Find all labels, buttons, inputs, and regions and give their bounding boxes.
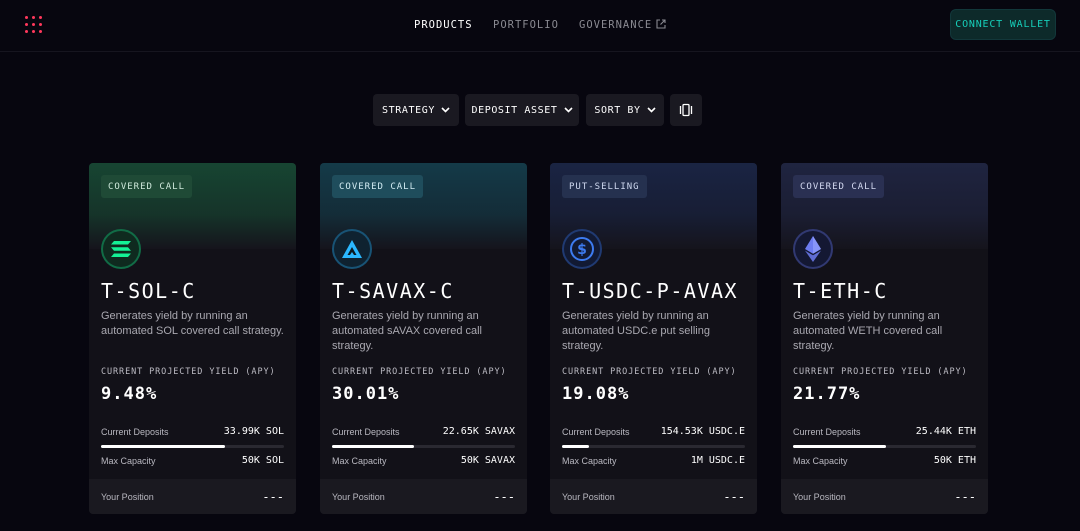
current-deposits-label: Current Deposits xyxy=(793,427,861,437)
chevron-down-icon xyxy=(441,107,450,113)
sort-by-filter[interactable]: SORT BY xyxy=(586,94,664,126)
your-position-value: --- xyxy=(954,490,976,504)
current-deposits-label: Current Deposits xyxy=(332,427,400,437)
deposit-progress-bar xyxy=(332,445,515,448)
deposit-progress-fill xyxy=(793,445,887,448)
strategy-badge: PUT-SELLING xyxy=(562,175,647,198)
yield-value: 19.08% xyxy=(562,384,630,404)
deposit-asset-filter-label: DEPOSIT ASSET xyxy=(471,104,558,116)
yield-value: 30.01% xyxy=(332,384,400,404)
max-capacity-label: Max Capacity xyxy=(562,456,617,466)
chevron-down-icon xyxy=(563,107,573,113)
external-link-icon xyxy=(656,19,666,29)
chevron-down-icon xyxy=(647,107,656,113)
deposit-progress-fill xyxy=(101,445,226,448)
savax-icon xyxy=(332,229,372,269)
solana-icon xyxy=(101,229,141,269)
yield-label: CURRENT PROJECTED YIELD (APY) xyxy=(101,367,276,377)
product-title: T-SAVAX-C xyxy=(332,279,454,303)
current-deposits-value: 25.44K ETH xyxy=(915,426,976,437)
nav-governance-label: GOVERNANCE xyxy=(579,19,653,31)
strategy-badge: COVERED CALL xyxy=(332,175,424,198)
product-card[interactable]: COVERED CALL T-ETH-C Generates yield by … xyxy=(781,163,988,514)
your-position-row: Your Position --- xyxy=(320,479,527,514)
strategy-filter[interactable]: STRATEGY xyxy=(373,94,459,126)
product-title: T-SOL-C xyxy=(101,279,196,303)
your-position-value: --- xyxy=(262,490,284,504)
product-title: T-ETH-C xyxy=(793,279,888,303)
max-capacity-value: 50K SOL xyxy=(241,455,284,466)
ethereum-icon xyxy=(793,229,833,269)
nav-portfolio[interactable]: PORTFOLIO xyxy=(493,19,559,31)
your-position-row: Your Position --- xyxy=(550,479,757,514)
strategy-badge: COVERED CALL xyxy=(101,175,193,198)
your-position-row: Your Position --- xyxy=(781,479,988,514)
product-description: Generates yield by running an automated … xyxy=(793,310,943,352)
deposit-progress-fill xyxy=(332,445,415,448)
deposit-asset-filter[interactable]: DEPOSIT ASSET xyxy=(465,94,579,126)
nav-products[interactable]: PRODUCTS xyxy=(414,19,473,31)
main-nav: PRODUCTS PORTFOLIO GOVERNANCE xyxy=(0,19,1080,33)
product-card[interactable]: COVERED CALL T-SOL-C Generates yield by … xyxy=(89,163,296,514)
yield-label: CURRENT PROJECTED YIELD (APY) xyxy=(562,367,737,377)
product-description: Generates yield by running an automated … xyxy=(101,310,284,337)
your-position-row: Your Position --- xyxy=(89,479,296,514)
yield-label: CURRENT PROJECTED YIELD (APY) xyxy=(332,367,507,377)
your-position-label: Your Position xyxy=(101,492,154,502)
current-deposits-value: 33.99K SOL xyxy=(223,426,284,437)
max-capacity-value: 50K SAVAX xyxy=(460,455,515,466)
yield-label: CURRENT PROJECTED YIELD (APY) xyxy=(793,367,968,377)
yield-value: 9.48% xyxy=(101,384,158,404)
your-position-value: --- xyxy=(493,490,515,504)
deposit-progress-bar xyxy=(101,445,284,448)
max-capacity-value: 50K ETH xyxy=(933,455,976,466)
sort-by-filter-label: SORT BY xyxy=(594,104,641,116)
product-card[interactable]: PUT-SELLING $ T-USDC-P-AVAX Generates yi… xyxy=(550,163,757,514)
your-position-label: Your Position xyxy=(793,492,846,502)
deposit-progress-bar xyxy=(562,445,745,448)
your-position-label: Your Position xyxy=(332,492,385,502)
grid-toggle-icon xyxy=(679,103,693,117)
nav-governance[interactable]: GOVERNANCE xyxy=(579,19,666,31)
product-title: T-USDC-P-AVAX xyxy=(562,279,739,303)
yield-value: 21.77% xyxy=(793,384,861,404)
max-capacity-label: Max Capacity xyxy=(793,456,848,466)
strategy-badge: COVERED CALL xyxy=(793,175,885,198)
deposit-progress-fill xyxy=(562,445,590,448)
svg-text:$: $ xyxy=(577,242,587,258)
usdc-icon: $ xyxy=(562,229,602,269)
current-deposits-value: 154.53K USDC.E xyxy=(660,426,745,437)
deposit-progress-bar xyxy=(793,445,976,448)
max-capacity-label: Max Capacity xyxy=(332,456,387,466)
product-description: Generates yield by running an automated … xyxy=(332,310,483,352)
connect-wallet-button[interactable]: CONNECT WALLET xyxy=(950,9,1056,40)
top-header: PRODUCTS PORTFOLIO GOVERNANCE CONNECT WA… xyxy=(0,0,1080,52)
strategy-filter-label: STRATEGY xyxy=(382,104,435,116)
max-capacity-value: 1M USDC.E xyxy=(690,455,745,466)
view-toggle-button[interactable] xyxy=(670,94,702,126)
your-position-label: Your Position xyxy=(562,492,615,502)
current-deposits-value: 22.65K SAVAX xyxy=(442,426,515,437)
current-deposits-label: Current Deposits xyxy=(562,427,630,437)
your-position-value: --- xyxy=(723,490,745,504)
product-description: Generates yield by running an automated … xyxy=(562,310,710,352)
max-capacity-label: Max Capacity xyxy=(101,456,156,466)
current-deposits-label: Current Deposits xyxy=(101,427,169,437)
product-card[interactable]: COVERED CALL T-SAVAX-C Generates yield b… xyxy=(320,163,527,514)
